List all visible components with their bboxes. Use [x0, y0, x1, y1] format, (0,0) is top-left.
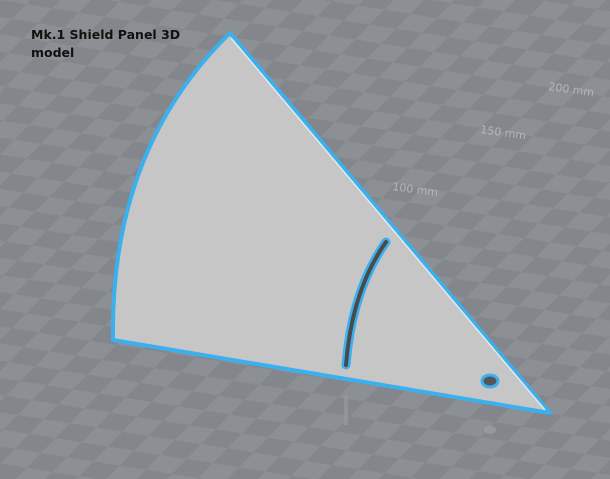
- model-caption: Mk.1 Shield Panel 3D model: [31, 27, 181, 60]
- mount-hole: [480, 373, 500, 389]
- 3d-viewport[interactable]: 100 mm 150 mm 200 mm: [0, 0, 610, 479]
